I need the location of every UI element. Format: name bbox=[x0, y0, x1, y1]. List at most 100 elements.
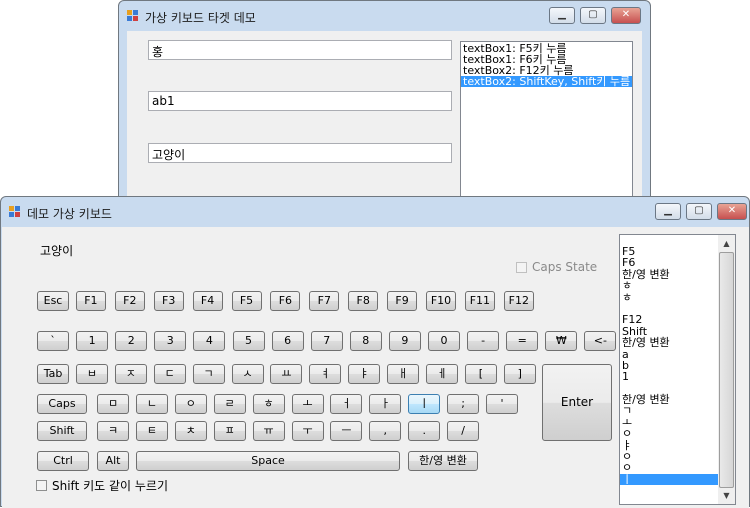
space-key[interactable]: Space bbox=[136, 451, 400, 471]
caps-key-7[interactable]: ㅓ bbox=[330, 394, 363, 414]
5-key[interactable]: 5 bbox=[232, 331, 265, 351]
f8-key[interactable]: F8 bbox=[348, 291, 379, 311]
tab-key-10[interactable]: ㅔ bbox=[426, 364, 458, 384]
shift-key-7[interactable]: ㅡ bbox=[330, 421, 363, 441]
slash-key[interactable]: / bbox=[447, 421, 480, 441]
tab-key-4[interactable]: ㄱ bbox=[192, 364, 225, 384]
caps-key-3[interactable]: ㅇ bbox=[174, 394, 207, 414]
caps-key-8[interactable]: ㅏ bbox=[369, 394, 402, 414]
caps-key-4[interactable]: ㄹ bbox=[213, 394, 246, 414]
f4-key[interactable]: F4 bbox=[192, 291, 223, 311]
shift-key-1[interactable]: ㅋ bbox=[97, 421, 129, 441]
2-key[interactable]: 2 bbox=[115, 331, 148, 351]
lbracket-key[interactable]: [ bbox=[464, 364, 497, 384]
minimize-icon[interactable]: ▁ bbox=[549, 7, 575, 24]
comma-key[interactable]: , bbox=[369, 421, 402, 441]
key-log-item[interactable]: ㅇ bbox=[620, 462, 718, 473]
caps-state-checkbox[interactable]: Caps State bbox=[516, 260, 597, 274]
tab-key[interactable]: Tab bbox=[37, 364, 69, 384]
6-key[interactable]: 6 bbox=[271, 331, 304, 351]
key-log-item[interactable]: ㄱ bbox=[620, 405, 718, 416]
caps-key-6[interactable]: ㅗ bbox=[291, 394, 324, 414]
tab-key-5[interactable]: ㅅ bbox=[231, 364, 264, 384]
key-log-item[interactable]: 1 bbox=[620, 371, 718, 382]
f9-key[interactable]: F9 bbox=[387, 291, 418, 311]
minus-key[interactable]: - bbox=[467, 331, 500, 351]
rbracket-key[interactable]: ] bbox=[503, 364, 536, 384]
3-key[interactable]: 3 bbox=[154, 331, 187, 351]
key-log-item[interactable]: ㅎ bbox=[620, 291, 718, 303]
shift-together-checkbox[interactable]: Shift 키도 같이 누르기 bbox=[36, 477, 168, 494]
backtick-key[interactable]: ` bbox=[37, 331, 69, 351]
caps-key-1[interactable]: ㅁ bbox=[97, 394, 129, 414]
key-log-item[interactable]: ㅇ bbox=[620, 428, 718, 439]
event-log-listbox[interactable]: textBox1: F5키 누름 textBox1: F6키 누름 textBo… bbox=[460, 41, 633, 201]
0-key[interactable]: 0 bbox=[428, 331, 460, 351]
caps-key-5[interactable]: ㅎ bbox=[252, 394, 285, 414]
key-log-item[interactable]: ㅗ bbox=[620, 417, 718, 428]
shift-key-5[interactable]: ㅠ bbox=[252, 421, 285, 441]
caps-key-9[interactable]: ㅣ bbox=[408, 394, 441, 414]
close-icon[interactable]: ✕ bbox=[717, 203, 747, 220]
shift-key-3[interactable]: ㅊ bbox=[174, 421, 207, 441]
key-log-item[interactable]: 한/영 변환 bbox=[620, 269, 718, 280]
shift-key-4[interactable]: ㅍ bbox=[213, 421, 246, 441]
f7-key[interactable]: F7 bbox=[309, 291, 340, 311]
backspace-key[interactable]: <- bbox=[584, 331, 617, 351]
textbox-3[interactable]: 고양이 bbox=[148, 143, 452, 163]
scroll-up-icon[interactable]: ▲ bbox=[718, 235, 735, 252]
list-item-selected[interactable]: textBox2: ShiftKey, Shift키 누름 bbox=[461, 76, 632, 87]
esc-key[interactable]: Esc bbox=[37, 291, 69, 311]
maximize-icon[interactable]: ▢ bbox=[580, 7, 606, 24]
period-key[interactable]: . bbox=[408, 421, 441, 441]
f5-key[interactable]: F5 bbox=[231, 291, 262, 311]
keyboard-titlebar[interactable]: 데모 가상 키보드 ▁ ▢ ✕ bbox=[1, 197, 749, 227]
won-key[interactable]: ₩ bbox=[545, 331, 578, 351]
key-log-item[interactable]: ㅇ bbox=[620, 451, 718, 462]
textbox-1[interactable]: 홍 bbox=[148, 40, 452, 60]
enter-key[interactable]: Enter bbox=[542, 364, 612, 441]
key-log-item[interactable]: a bbox=[620, 348, 718, 360]
tab-key-6[interactable]: ㅛ bbox=[270, 364, 303, 384]
f11-key[interactable]: F11 bbox=[464, 291, 495, 311]
f1-key[interactable]: F1 bbox=[75, 291, 106, 311]
key-log-scrollbar[interactable]: ▲ ▼ bbox=[718, 235, 735, 504]
8-key[interactable]: 8 bbox=[349, 331, 382, 351]
4-key[interactable]: 4 bbox=[193, 331, 226, 351]
key-log-item[interactable]: ㅎ bbox=[620, 280, 718, 291]
shift-key-2[interactable]: ㅌ bbox=[135, 421, 168, 441]
key-log-item[interactable]: 한/영 변환 bbox=[620, 337, 718, 348]
f3-key[interactable]: F3 bbox=[153, 291, 184, 311]
tab-key-3[interactable]: ㄷ bbox=[153, 364, 186, 384]
tab-key-7[interactable]: ㅕ bbox=[309, 364, 342, 384]
close-icon[interactable]: ✕ bbox=[611, 7, 641, 24]
f10-key[interactable]: F10 bbox=[426, 291, 456, 311]
tab-key-2[interactable]: ㅈ bbox=[114, 364, 147, 384]
f2-key[interactable]: F2 bbox=[114, 291, 145, 311]
minimize-icon[interactable]: ▁ bbox=[655, 203, 681, 220]
key-log-item[interactable]: b bbox=[620, 360, 718, 371]
shift-key[interactable]: Shift bbox=[37, 421, 87, 441]
9-key[interactable]: 9 bbox=[388, 331, 421, 351]
equals-key[interactable]: = bbox=[506, 331, 539, 351]
key-log-listbox[interactable]: F5 F6 한/영 변환 ㅎㅎ F12 Shift 한/영 변환 a b 1 한/영 변환 ㄱㅗㅇㅑㅇ… bbox=[619, 234, 736, 505]
key-log-item[interactable]: ㅑ bbox=[620, 439, 718, 451]
key-log-item[interactable]: 한/영 변환 bbox=[620, 394, 718, 405]
textbox-2[interactable]: ab1 bbox=[148, 91, 452, 111]
key-log-item[interactable]: ㅣ bbox=[620, 474, 718, 486]
semicolon-key[interactable]: ; bbox=[447, 394, 480, 414]
tab-key-1[interactable]: ㅂ bbox=[75, 364, 108, 384]
f12-key[interactable]: F12 bbox=[503, 291, 534, 311]
caps-key[interactable]: Caps bbox=[37, 394, 87, 414]
quote-key[interactable]: ' bbox=[486, 394, 518, 414]
maximize-icon[interactable]: ▢ bbox=[686, 203, 712, 220]
alt-key[interactable]: Alt bbox=[97, 451, 129, 471]
tab-key-8[interactable]: ㅑ bbox=[348, 364, 381, 384]
target-titlebar[interactable]: 가상 키보드 타겟 데모 ▁ ▢ ✕ bbox=[119, 1, 650, 31]
tab-key-9[interactable]: ㅐ bbox=[387, 364, 420, 384]
scroll-thumb[interactable] bbox=[719, 252, 734, 488]
caps-key-2[interactable]: ㄴ bbox=[135, 394, 168, 414]
f6-key[interactable]: F6 bbox=[270, 291, 301, 311]
ctrl-key[interactable]: Ctrl bbox=[37, 451, 89, 471]
hanyoung-toggle-key[interactable]: 한/영 변환 bbox=[408, 451, 478, 471]
